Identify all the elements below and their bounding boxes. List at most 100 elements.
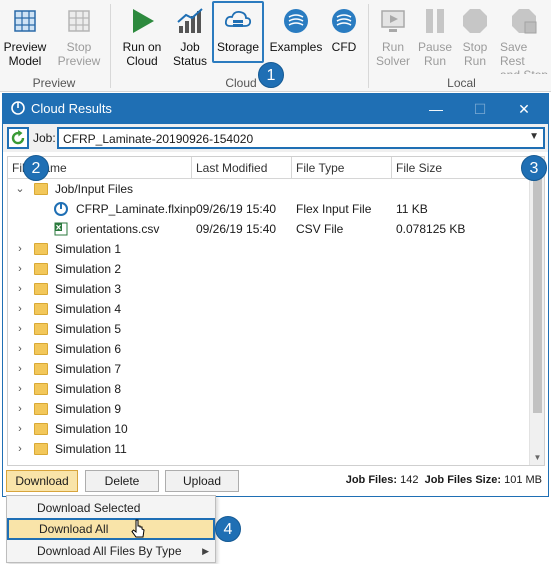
pause-run-button[interactable]: Pause Run — [414, 0, 456, 74]
delete-button[interactable]: Delete — [85, 470, 159, 492]
simulation-folder-name: Simulation 5 — [55, 322, 122, 336]
csv-file-icon — [54, 222, 68, 236]
stop-preview-icon — [68, 10, 90, 32]
simulation-folder-name: Simulation 7 — [55, 362, 122, 376]
upload-button[interactable]: Upload — [165, 470, 239, 492]
group-divider — [110, 4, 111, 88]
step-callout-3: 3 — [521, 155, 547, 181]
job-status-icon — [177, 8, 203, 33]
tree-folder-row[interactable]: › Simulation 4 — [8, 299, 530, 319]
folder-icon — [34, 183, 48, 195]
expand-chevron-icon[interactable]: › — [14, 319, 26, 339]
expand-chevron-icon[interactable]: › — [14, 439, 26, 459]
tree-folder-row[interactable]: › Simulation 9 — [8, 399, 530, 419]
run-solver-button[interactable]: Run Solver — [372, 0, 414, 74]
tree-folder-row[interactable]: ⌄ Job/Input Files — [8, 179, 530, 199]
job-stats: Job Files: 142 Job Files Size: 101 MB — [346, 474, 542, 486]
minimize-button[interactable]: — — [414, 94, 458, 124]
tree-rows: ⌄ Job/Input Files CFRP_Laminate.flxinp 0… — [8, 179, 530, 459]
maximize-button[interactable]: ☐ — [458, 94, 502, 124]
dropdown-arrow-icon: ▼ — [529, 131, 539, 142]
refresh-icon — [11, 130, 25, 145]
job-status-button[interactable]: Job Status — [168, 0, 212, 74]
expand-chevron-icon[interactable]: › — [14, 259, 26, 279]
expand-chevron-icon[interactable]: › — [14, 419, 26, 439]
stop-preview-button[interactable]: Stop Preview — [54, 0, 104, 74]
flex-input-icon — [54, 202, 68, 216]
job-dropdown[interactable]: CFRP_Laminate-20190926-154020 ▼ — [57, 127, 545, 149]
job-files-size-value: 101 MB — [504, 474, 542, 486]
simulation-folder-name: Simulation 1 — [55, 242, 122, 256]
run-on-cloud-button[interactable]: Run on Cloud — [116, 0, 168, 74]
tree-folder-row[interactable]: › Simulation 7 — [8, 359, 530, 379]
run-on-cloud-label: Run on Cloud — [122, 40, 162, 68]
expand-chevron-icon[interactable]: › — [14, 299, 26, 319]
file-tree-grid: File Name Last Modified File Type File S… — [7, 156, 545, 466]
simulation-folder-name: Simulation 10 — [55, 422, 128, 436]
expand-chevron-icon[interactable]: › — [14, 399, 26, 419]
simulation-folder-name: Simulation 4 — [55, 302, 122, 316]
cloud-results-window: Cloud Results — ☐ ✕ Job: CFRP_Laminate-2… — [2, 93, 549, 497]
expand-chevron-icon[interactable]: › — [14, 379, 26, 399]
tree-folder-row[interactable]: › Simulation 10 — [8, 419, 530, 439]
tree-folder-row[interactable]: › Simulation 2 — [8, 259, 530, 279]
window-titlebar: Cloud Results — ☐ ✕ — [3, 94, 548, 124]
job-files-value: 142 — [400, 474, 419, 486]
save-restart-stop-button[interactable]: Save Rest and Stop — [496, 0, 551, 74]
step-callout-1: 1 — [258, 62, 284, 88]
tree-file-row[interactable]: orientations.csv 09/26/19 15:40 CSV File… — [8, 219, 530, 239]
download-context-menu: Download Selected Download All Download … — [6, 495, 216, 563]
folder-icon — [34, 363, 48, 375]
job-files-label: Job Files: — [345, 474, 398, 486]
folder-name: Job/Input Files — [55, 182, 134, 196]
folder-icon — [34, 263, 48, 275]
folder-icon — [34, 283, 48, 295]
folder-icon — [34, 343, 48, 355]
column-file-size[interactable]: File Size — [392, 157, 530, 179]
folder-icon — [34, 423, 48, 435]
tree-folder-row[interactable]: › Simulation 5 — [8, 319, 530, 339]
job-selector-row: Job: CFRP_Laminate-20190926-154020 ▼ — [3, 124, 548, 152]
column-last-modified[interactable]: Last Modified — [192, 157, 292, 179]
simulation-folder-name: Simulation 3 — [55, 282, 122, 296]
refresh-button[interactable] — [7, 127, 29, 149]
file-size: 0.078125 KB — [396, 222, 466, 236]
column-file-type[interactable]: File Type — [292, 157, 392, 179]
file-type: Flex Input File — [296, 202, 372, 216]
stop-run-icon — [463, 9, 487, 33]
examples-icon — [284, 9, 308, 33]
expand-chevron-icon[interactable]: › — [14, 359, 26, 379]
tree-folder-row[interactable]: › Simulation 1 — [8, 239, 530, 259]
menu-item-download-all[interactable]: Download All — [7, 518, 215, 540]
cloud-group-label: Cloud — [225, 76, 257, 90]
submenu-arrow-icon: ▶ — [202, 546, 209, 556]
close-button[interactable]: ✕ — [502, 94, 546, 124]
preview-model-button[interactable]: Preview Model — [0, 0, 50, 74]
bottom-action-bar: Download Delete Upload Job Files: 142 Jo… — [3, 470, 548, 496]
collapse-chevron-icon[interactable]: ⌄ — [14, 179, 26, 199]
tree-folder-row[interactable]: › Simulation 11 — [8, 439, 530, 459]
download-button[interactable]: Download — [6, 470, 78, 492]
expand-chevron-icon[interactable]: › — [14, 279, 26, 299]
simulation-folder-name: Simulation 11 — [55, 442, 127, 456]
expand-chevron-icon[interactable]: › — [14, 239, 26, 259]
menu-item-download-all-by-type[interactable]: Download All Files By Type ▶ — [7, 540, 215, 562]
stop-run-button[interactable]: Stop Run — [456, 0, 494, 74]
file-size: 11 KB — [396, 202, 428, 216]
tree-file-row[interactable]: CFRP_Laminate.flxinp 09/26/19 15:40 Flex… — [8, 199, 530, 219]
folder-icon — [34, 443, 48, 455]
tree-folder-row[interactable]: › Simulation 8 — [8, 379, 530, 399]
cfd-button[interactable]: CFD — [326, 0, 362, 74]
tree-folder-row[interactable]: › Simulation 3 — [8, 279, 530, 299]
pause-run-icon — [426, 9, 444, 33]
folder-icon — [34, 403, 48, 415]
stop-preview-label: Stop Preview — [57, 40, 101, 68]
scroll-down-icon[interactable]: ▼ — [530, 450, 544, 465]
expand-chevron-icon[interactable]: › — [14, 339, 26, 359]
scrollbar-thumb[interactable] — [533, 175, 542, 413]
tree-folder-row[interactable]: › Simulation 6 — [8, 339, 530, 359]
vertical-scrollbar[interactable]: ▲ ▼ — [529, 157, 544, 465]
menu-item-download-selected[interactable]: Download Selected — [7, 497, 215, 519]
file-modified: 09/26/19 15:40 — [196, 202, 277, 216]
cfd-label: CFD — [331, 40, 357, 54]
